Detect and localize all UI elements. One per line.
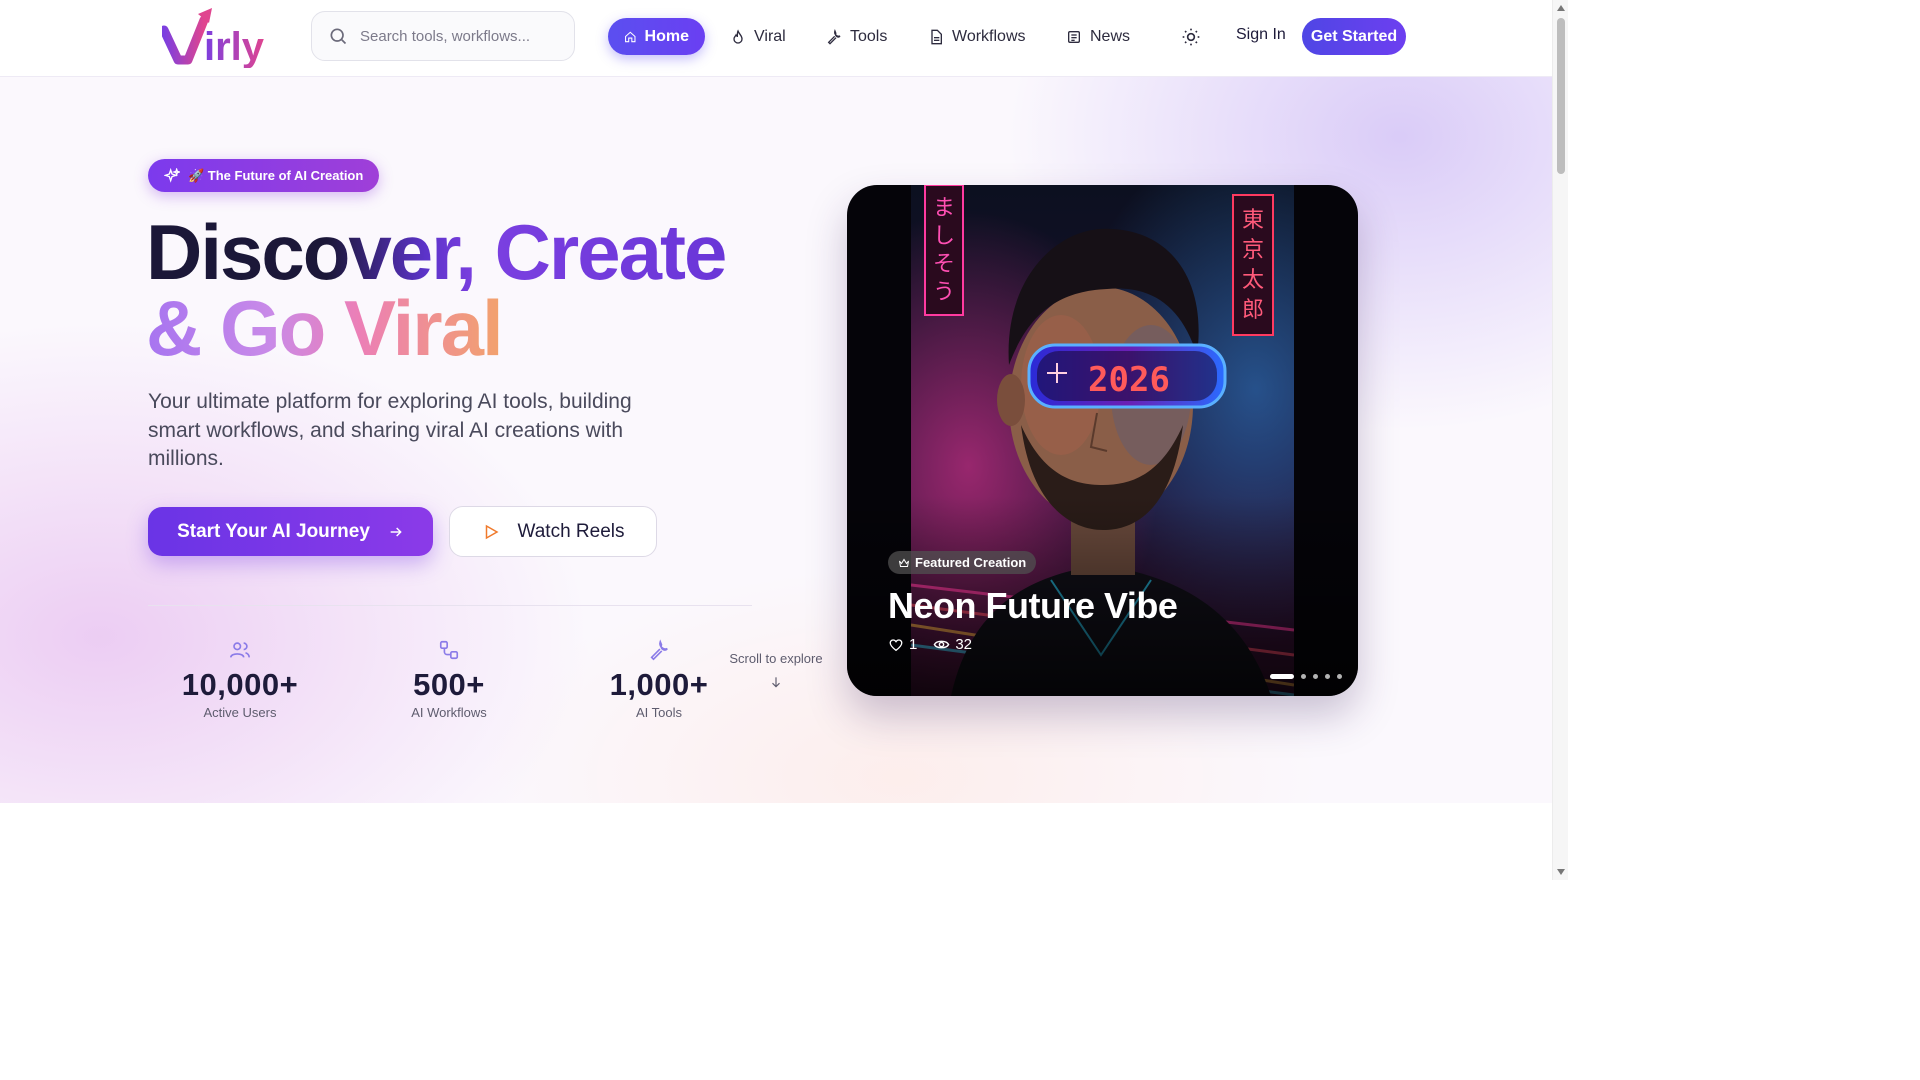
newspaper-icon (1068, 30, 1080, 43)
workflow-icon (439, 640, 459, 660)
nav-workflows-label: Workflows (952, 27, 1026, 45)
arrow-down-icon (772, 677, 780, 688)
page-scrollbar[interactable] (1552, 0, 1568, 880)
nav-news-label: News (1090, 27, 1131, 45)
svg-text:そ: そ (933, 252, 955, 277)
hero-subtitle: Your ultimate platform for exploring AI … (148, 390, 632, 470)
featured-creation-card[interactable]: ま し そ う 東 京 太 郎 2026 Featured Creation N… (847, 185, 1358, 696)
stat-workflows-label: AI Workflows (411, 705, 487, 720)
scroll-thumb[interactable] (1557, 18, 1565, 174)
stat-active-users: 10,000+ Active Users (150, 639, 330, 720)
nav-workflows[interactable]: Workflows (912, 18, 1042, 55)
crown-icon (899, 558, 909, 567)
headline-create: Create (494, 208, 728, 296)
likes-count[interactable]: 1 (888, 636, 917, 653)
likes-value: 1 (909, 636, 918, 653)
stat-tools-value: 1,000+ (609, 667, 709, 702)
hero-badge-label: 🚀 The Future of AI Creation (188, 167, 364, 183)
search-box[interactable] (311, 11, 575, 61)
nav-viral[interactable]: Viral (714, 18, 802, 55)
scroll-up-arrow[interactable] (1557, 5, 1565, 11)
stat-users-value: 10,000+ (181, 667, 299, 702)
stat-users-label: Active Users (203, 705, 277, 720)
document-icon (931, 29, 942, 44)
scroll-hint-label: Scroll to explore (729, 651, 823, 666)
headline-go-viral: & Go Viral (146, 284, 504, 372)
sun-icon (1182, 28, 1200, 46)
stat-ai-workflows: 500+ AI Workflows (359, 639, 539, 720)
views-value: 32 (955, 636, 973, 653)
wrench-icon (650, 639, 668, 661)
svg-text:ま: ま (933, 196, 955, 221)
carousel-dot-5[interactable] (1337, 674, 1342, 679)
sign-in-link[interactable]: Sign In (1236, 26, 1286, 44)
get-started-button[interactable]: Get Started (1302, 18, 1406, 55)
carousel-dot-2[interactable] (1301, 674, 1306, 679)
top-navbar: irly Home Viral Tools Workflows News Sig… (0, 0, 1552, 77)
svg-text:京: 京 (1242, 238, 1264, 263)
featured-badge-label: Featured Creation (915, 555, 1027, 570)
carousel-dot-4[interactable] (1325, 674, 1330, 679)
stat-tools-label: AI Tools (635, 705, 682, 720)
stat-workflows-value: 500+ (413, 667, 485, 702)
featured-badge: Featured Creation (888, 551, 1037, 574)
carousel-dot-1[interactable] (1270, 674, 1294, 679)
sparkles-icon (164, 167, 180, 183)
nav-home[interactable]: Home (608, 18, 705, 55)
flame-icon (733, 28, 743, 44)
hero-badge: 🚀 The Future of AI Creation (148, 159, 380, 192)
carousel-dots (1270, 674, 1342, 679)
wrench-icon (827, 28, 841, 45)
svg-text:し: し (933, 224, 955, 249)
play-icon (485, 524, 499, 539)
svg-text:郎: 郎 (1242, 298, 1264, 323)
featured-title: Neon Future Vibe (888, 585, 1178, 626)
nav-tools[interactable]: Tools (810, 18, 903, 55)
svg-text:太: 太 (1242, 268, 1264, 293)
eye-icon (933, 640, 950, 649)
views-count: 32 (933, 636, 972, 653)
search-input[interactable] (360, 27, 530, 45)
featured-meta: 1 32 (888, 636, 972, 653)
carousel-dot-3[interactable] (1313, 674, 1318, 679)
svg-text:東: 東 (1242, 208, 1264, 233)
svg-text:irly: irly (204, 25, 265, 68)
hero-headline: Discover, Create & Go Viral (146, 213, 727, 367)
hero-section: 🚀 The Future of AI Creation Discover, Cr… (0, 77, 1552, 803)
arrow-right-icon (390, 526, 402, 537)
heart-icon (889, 638, 903, 651)
scroll-down-arrow[interactable] (1557, 869, 1565, 875)
headline-discover: Discover, (146, 208, 477, 296)
virly-logo[interactable]: irly (159, 6, 266, 69)
nav-news[interactable]: News (1050, 18, 1146, 55)
watch-reels-label: Watch Reels (517, 520, 625, 542)
watch-reels-button[interactable]: Watch Reels (449, 506, 657, 557)
search-icon (330, 28, 347, 45)
stats-divider (148, 605, 752, 606)
start-journey-label: Start Your AI Journey (177, 520, 370, 542)
users-icon (230, 642, 250, 658)
home-icon (625, 31, 636, 42)
theme-toggle[interactable] (1176, 22, 1206, 52)
start-journey-button[interactable]: Start Your AI Journey (148, 507, 433, 556)
scroll-hint[interactable]: Scroll to explore (716, 651, 836, 690)
nav-home-label: Home (644, 27, 689, 45)
visor-text: 2026 (1088, 360, 1170, 400)
svg-text:う: う (933, 280, 955, 305)
nav-tools-label: Tools (850, 27, 888, 45)
nav-viral-label: Viral (754, 27, 786, 45)
